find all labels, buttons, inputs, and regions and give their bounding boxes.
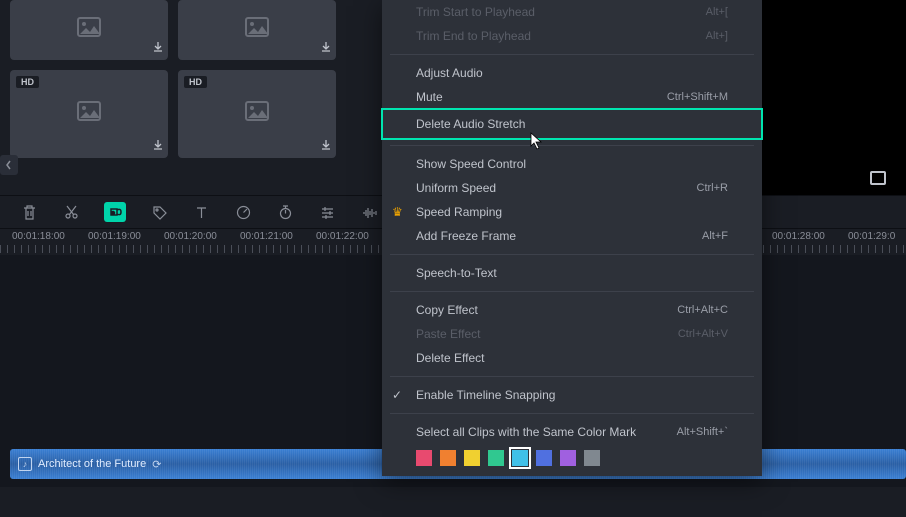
menu-item-label: Show Speed Control — [416, 157, 526, 171]
image-icon — [245, 101, 269, 127]
menu-separator — [390, 413, 754, 414]
menu-separator — [390, 145, 754, 146]
color-swatch[interactable] — [440, 450, 456, 466]
crop-toggle-icon[interactable] — [870, 171, 886, 185]
menu-item-label: Mute — [416, 90, 443, 104]
menu-item-speech-to-text[interactable]: Speech-to-Text — [382, 261, 762, 285]
menu-item-label: Trim Start to Playhead — [416, 5, 535, 19]
menu-shortcut: Ctrl+Alt+V — [678, 328, 728, 340]
cut-icon[interactable] — [62, 203, 80, 221]
menu-shortcut: Alt+] — [706, 30, 728, 42]
menu-item-label: Copy Effect — [416, 303, 478, 317]
crown-icon: ♛ — [392, 205, 403, 219]
settings-icon[interactable] — [318, 203, 336, 221]
media-panel: HD HD — [0, 0, 380, 195]
menu-shortcut: Ctrl+R — [697, 182, 728, 194]
ruler-timestamp: 00:01:29:0 — [848, 231, 895, 242]
menu-shortcut: Ctrl+Alt+C — [677, 304, 728, 316]
menu-item-label: Delete Effect — [416, 351, 484, 365]
download-icon[interactable] — [152, 41, 164, 56]
menu-item-label: Adjust Audio — [416, 66, 483, 80]
ruler-timestamp: 00:01:18:00 — [12, 231, 65, 242]
ruler-timestamp: 00:01:28:00 — [772, 231, 825, 242]
download-icon[interactable] — [320, 139, 332, 154]
audio-stretch-icon[interactable] — [104, 202, 126, 222]
delete-icon[interactable] — [20, 203, 38, 221]
menu-item-delete-audio-stretch[interactable]: Delete Audio Stretch — [382, 109, 762, 139]
collapse-panel-button[interactable] — [0, 155, 18, 175]
menu-item-delete-effect[interactable]: Delete Effect — [382, 346, 762, 370]
ruler-timestamp: 00:01:21:00 — [240, 231, 293, 242]
ruler-timestamp: 00:01:22:00 — [316, 231, 369, 242]
menu-item-copy-effect[interactable]: Copy Effect Ctrl+Alt+C — [382, 298, 762, 322]
image-icon — [77, 101, 101, 127]
menu-item-select-all-clips-with-the-same-color-mark[interactable]: Select all Clips with the Same Color Mar… — [382, 420, 762, 444]
waveform-icon[interactable] — [360, 203, 378, 221]
download-icon[interactable] — [152, 139, 164, 154]
speed-icon[interactable] — [234, 203, 252, 221]
color-mark-row — [382, 444, 762, 470]
color-swatch[interactable] — [416, 450, 432, 466]
menu-separator — [390, 54, 754, 55]
menu-separator — [390, 254, 754, 255]
menu-separator — [390, 291, 754, 292]
ruler-timestamp: 00:01:20:00 — [164, 231, 217, 242]
menu-item-label: Speech-to-Text — [416, 266, 497, 280]
menu-shortcut: Alt+F — [702, 230, 728, 242]
menu-separator — [390, 376, 754, 377]
menu-shortcut: Alt+Shift+` — [677, 426, 728, 438]
color-swatch[interactable] — [464, 450, 480, 466]
menu-item-add-freeze-frame[interactable]: Add Freeze Frame Alt+F — [382, 224, 762, 248]
menu-item-label: Speed Ramping — [416, 205, 502, 219]
menu-item-trim-end-to-playhead: Trim End to Playhead Alt+] — [382, 24, 762, 48]
menu-item-show-speed-control[interactable]: Show Speed Control — [382, 152, 762, 176]
menu-item-label: Uniform Speed — [416, 181, 496, 195]
menu-item-label: Delete Audio Stretch — [416, 117, 525, 131]
context-menu: Trim Start to Playhead Alt+[ Trim End to P… — [382, 0, 762, 476]
text-icon[interactable] — [192, 203, 210, 221]
music-note-icon: ♪ — [18, 457, 32, 471]
color-swatch[interactable] — [560, 450, 576, 466]
media-thumb[interactable] — [178, 0, 336, 60]
menu-item-mute[interactable]: Mute Ctrl+Shift+M — [382, 85, 762, 109]
color-swatch[interactable] — [488, 450, 504, 466]
hd-badge: HD — [184, 76, 207, 88]
download-icon[interactable] — [320, 41, 332, 56]
menu-item-label: Select all Clips with the Same Color Mar… — [416, 425, 636, 439]
hd-badge: HD — [16, 76, 39, 88]
check-icon: ✓ — [392, 388, 402, 402]
menu-item-label: Enable Timeline Snapping — [416, 388, 555, 402]
image-icon — [245, 17, 269, 43]
menu-shortcut: Ctrl+Shift+M — [667, 91, 728, 103]
menu-item-speed-ramping[interactable]: ♛ Speed Ramping — [382, 200, 762, 224]
timer-icon[interactable] — [276, 203, 294, 221]
menu-item-adjust-audio[interactable]: Adjust Audio — [382, 61, 762, 85]
menu-item-enable-timeline-snapping[interactable]: ✓ Enable Timeline Snapping — [382, 383, 762, 407]
menu-item-label: Add Freeze Frame — [416, 229, 516, 243]
color-swatch[interactable] — [536, 450, 552, 466]
menu-item-label: Paste Effect — [416, 327, 480, 341]
image-icon — [77, 17, 101, 43]
menu-item-label: Trim End to Playhead — [416, 29, 531, 43]
audio-clip-title: Architect of the Future — [38, 458, 146, 470]
media-thumb[interactable]: HD — [178, 70, 336, 158]
color-swatch[interactable] — [584, 450, 600, 466]
media-thumb[interactable]: HD — [10, 70, 168, 158]
menu-item-uniform-speed[interactable]: Uniform Speed Ctrl+R — [382, 176, 762, 200]
sync-icon: ⟳ — [152, 458, 161, 471]
tag-icon[interactable] — [150, 203, 168, 221]
menu-shortcut: Alt+[ — [706, 6, 728, 18]
media-thumb[interactable] — [10, 0, 168, 60]
menu-item-paste-effect: Paste Effect Ctrl+Alt+V — [382, 322, 762, 346]
ruler-timestamp: 00:01:19:00 — [88, 231, 141, 242]
menu-item-trim-start-to-playhead: Trim Start to Playhead Alt+[ — [382, 0, 762, 24]
color-swatch[interactable] — [512, 450, 528, 466]
